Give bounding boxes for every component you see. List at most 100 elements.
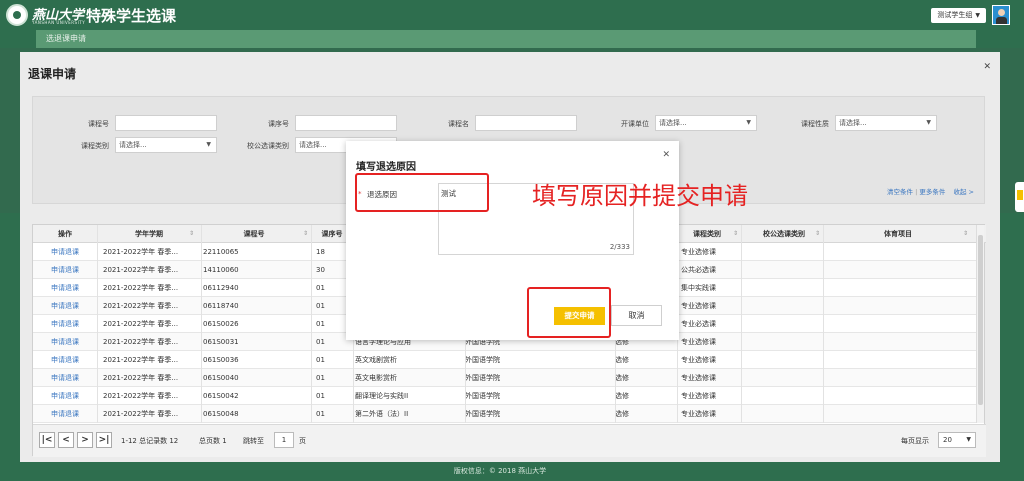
dialog-title: 填写退选原因: [356, 162, 416, 173]
cell-sport: [827, 315, 967, 333]
nature-label: 课程性质: [801, 120, 829, 128]
chevron-down-icon: ▼: [926, 119, 931, 126]
cell-public-cat: [747, 387, 823, 405]
col-public-category[interactable]: 校公选课类别: [743, 225, 825, 243]
drop-course-link[interactable]: 申请退课: [33, 279, 97, 297]
cell-term: 2021-2022学年 春季...: [103, 338, 179, 346]
next-page-button[interactable]: >: [77, 432, 93, 448]
category-select[interactable]: 请选择... ▼: [115, 137, 217, 153]
cell-category: 集中实践课: [681, 284, 716, 292]
dept-select[interactable]: 请选择... ▼: [655, 115, 757, 131]
last-page-button[interactable]: >|: [96, 432, 112, 448]
chevron-down-icon: ▼: [966, 436, 971, 443]
cell-course-no: 061S0031: [203, 338, 239, 346]
chevron-down-icon: ▼: [206, 141, 211, 148]
user-avatar[interactable]: [992, 5, 1010, 25]
sort-icon[interactable]: ⇕: [815, 225, 820, 243]
table-row: 申请退课 2021-2022学年 春季... 061S0048 01 第二外语（法）II…: [33, 405, 978, 423]
chevron-down-icon: ▼: [746, 119, 751, 126]
course-seq-input[interactable]: [295, 115, 397, 131]
goto-page-input[interactable]: 1: [274, 432, 294, 448]
course-no-label: 课程号: [88, 120, 109, 128]
cell-sport: [827, 333, 967, 351]
cell-category: 专业选修课: [681, 392, 716, 400]
cell-term: 2021-2022学年 春季...: [103, 302, 179, 310]
footer: 版权信息：© 2018 燕山大学: [20, 462, 980, 481]
column-divider: [823, 225, 824, 423]
cancel-button[interactable]: 取消: [611, 305, 662, 326]
filter-links: 清空条件 | 更多条件 收起 >: [887, 186, 974, 196]
cell-sport: [827, 351, 967, 369]
course-name-input[interactable]: [475, 115, 577, 131]
col-term[interactable]: 学年学期: [97, 225, 201, 243]
column-divider: [97, 225, 98, 423]
sort-icon[interactable]: ⇕: [963, 225, 968, 243]
cell-name: 英文戏剧赏析: [355, 356, 397, 364]
col-sport[interactable]: 体育项目: [823, 225, 973, 243]
close-icon[interactable]: ✕: [662, 150, 670, 160]
column-divider: [201, 225, 202, 423]
cell-category: 专业必选课: [681, 320, 716, 328]
first-page-button[interactable]: |<: [39, 432, 55, 448]
cell-course-no: 061S0042: [203, 392, 239, 400]
drop-course-link[interactable]: 申请退课: [33, 243, 97, 261]
prev-page-button[interactable]: <: [58, 432, 74, 448]
sort-icon[interactable]: ⇕: [303, 225, 308, 243]
drop-course-link[interactable]: 申请退课: [33, 369, 97, 387]
clear-filters-link[interactable]: 清空条件: [887, 188, 913, 196]
cell-nature: 选修: [615, 356, 629, 364]
drop-course-link[interactable]: 申请退课: [33, 387, 97, 405]
school-name-en: YANSHAN UNIVERSITY: [32, 20, 86, 25]
drop-course-link[interactable]: 申请退课: [33, 315, 97, 333]
cell-seq: 01: [316, 392, 325, 400]
cell-category: 专业选修课: [681, 374, 716, 382]
collapse-link[interactable]: 收起 >: [953, 188, 974, 196]
cell-public-cat: [747, 333, 823, 351]
subnav-current[interactable]: 选退课申请: [46, 34, 86, 43]
annotation-box-reason: [355, 173, 489, 212]
cell-sport: [827, 243, 967, 261]
cell-public-cat: [747, 279, 823, 297]
course-name-label: 课程名: [448, 120, 469, 128]
nature-select[interactable]: 请选择... ▼: [835, 115, 937, 131]
course-seq-label: 课序号: [268, 120, 289, 128]
sort-icon[interactable]: ⇕: [733, 225, 738, 243]
annotation-text: 填写原因并提交申请: [532, 182, 748, 210]
char-count: 2/333: [609, 243, 630, 251]
drop-course-link[interactable]: 申请退课: [33, 261, 97, 279]
col-course-no[interactable]: 课程号: [201, 225, 307, 243]
page-size-select[interactable]: 20 ▼: [938, 432, 976, 448]
cell-term: 2021-2022学年 春季...: [103, 392, 179, 400]
drop-course-link[interactable]: 申请退课: [33, 297, 97, 315]
panel-title: 退课申请: [28, 67, 77, 81]
course-no-input[interactable]: [115, 115, 217, 131]
drop-course-link[interactable]: 申请退课: [33, 333, 97, 351]
column-divider: [311, 225, 312, 423]
cell-category: 专业选修课: [681, 248, 716, 256]
cell-public-cat: [747, 369, 823, 387]
sort-icon[interactable]: ⇕: [189, 225, 194, 243]
cell-category: 专业选修课: [681, 302, 716, 310]
cell-sport: [827, 279, 967, 297]
table-row: 申请退课 2021-2022学年 春季... 061S0042 01 翻译理论与实践II…: [33, 387, 978, 405]
cell-term: 2021-2022学年 春季...: [103, 266, 179, 274]
vertical-scrollbar[interactable]: [976, 225, 984, 423]
cell-sport: [827, 261, 967, 279]
cell-course-no: 06112940: [203, 284, 239, 292]
side-float-tab[interactable]: [1015, 182, 1024, 212]
column-divider: [741, 225, 742, 423]
more-filters-link[interactable]: 更多条件: [919, 188, 945, 196]
drop-course-link[interactable]: 申请退课: [33, 405, 97, 423]
drop-course-link[interactable]: 申请退课: [33, 351, 97, 369]
col-action: 操作: [58, 230, 72, 238]
university-logo: [6, 4, 28, 26]
close-icon[interactable]: ✕: [983, 62, 991, 72]
user-menu[interactable]: 测试学生组 ▼: [931, 8, 986, 23]
cell-course-no: 061S0036: [203, 356, 239, 364]
col-category[interactable]: 课程类别: [677, 225, 737, 243]
cell-term: 2021-2022学年 春季...: [103, 248, 179, 256]
cell-nature: 选修: [615, 374, 629, 382]
cell-sport: [827, 297, 967, 315]
page-total: 总页数 1: [199, 437, 227, 445]
cell-seq: 01: [316, 356, 325, 364]
